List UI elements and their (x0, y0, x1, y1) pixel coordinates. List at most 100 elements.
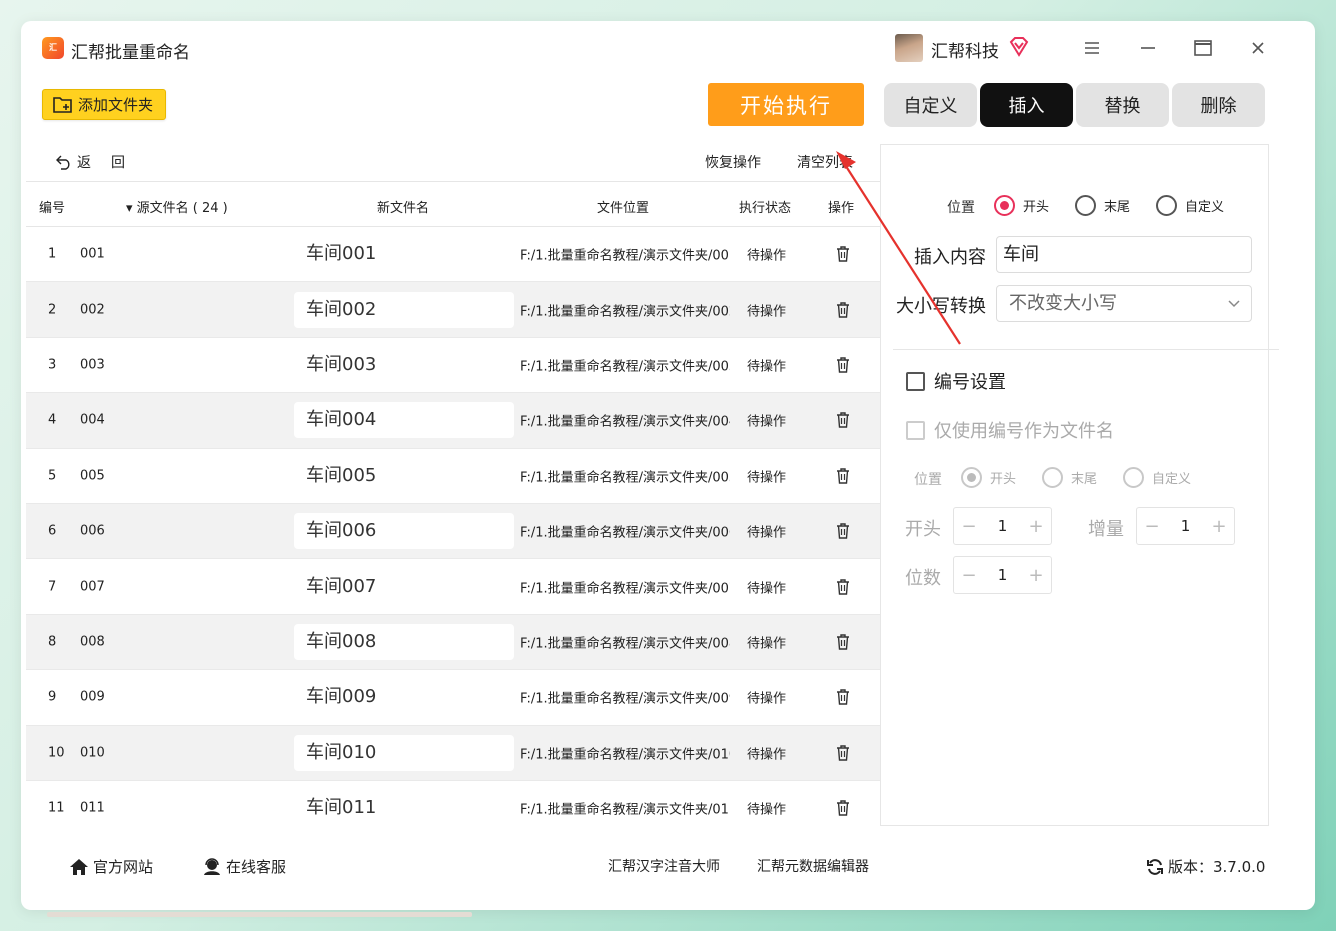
row-new-name[interactable]: 车间011 (294, 790, 514, 826)
row-new-name[interactable]: 车间007 (294, 569, 514, 605)
vip-diamond-icon[interactable] (1008, 36, 1030, 58)
online-support-link[interactable]: 在线客服 (202, 856, 286, 877)
refresh-icon (1147, 858, 1163, 875)
start-number-stepper[interactable]: − 1 + (953, 507, 1052, 545)
trash-icon[interactable] (834, 467, 852, 485)
start-button[interactable]: 开始执行 (708, 83, 864, 126)
increment-value[interactable]: 1 (1167, 517, 1204, 535)
increment-label: 增量 (1088, 519, 1124, 540)
trash-icon[interactable] (834, 688, 852, 706)
row-new-name[interactable]: 车间005 (294, 458, 514, 494)
trash-icon[interactable] (834, 411, 852, 429)
table-row[interactable]: 11 011 车间011 F:/1.批量重命名教程/演示文件夹/011 待操作 (26, 781, 880, 826)
version-label: 版本：3.7.0.0 (1168, 858, 1266, 876)
num-position-radio-custom[interactable]: 自定义 (1123, 467, 1191, 488)
trash-icon[interactable] (834, 356, 852, 374)
table-row[interactable]: 2 002 车间002 F:/1.批量重命名教程/演示文件夹/002 待操作 (26, 282, 880, 338)
row-status: 待操作 (747, 414, 787, 430)
minimize-icon[interactable] (1136, 36, 1160, 60)
table-row[interactable]: 1 001 车间001 F:/1.批量重命名教程/演示文件夹/001 待操作 (26, 227, 880, 283)
row-new-name[interactable]: 车间002 (294, 291, 514, 328)
row-source-name: 001 (80, 246, 105, 262)
tab-replace[interactable]: 替换 (1076, 83, 1169, 127)
table-row[interactable]: 7 007 车间007 F:/1.批量重命名教程/演示文件夹/007 待操作 (26, 559, 880, 615)
position-radio-custom[interactable]: 自定义 (1156, 195, 1224, 216)
tab-delete[interactable]: 删除 (1172, 83, 1265, 127)
minus-icon[interactable]: − (954, 516, 984, 537)
version-info[interactable]: 版本：3.7.0.0 (1146, 856, 1265, 877)
maximize-icon[interactable] (1191, 36, 1215, 60)
row-path: F:/1.批量重命名教程/演示文件夹/010 (520, 747, 730, 763)
num-position-radio-end[interactable]: 末尾 (1042, 467, 1097, 488)
undo-button[interactable]: 恢复操作 (705, 152, 761, 172)
digits-stepper[interactable]: − 1 + (953, 556, 1052, 594)
only-number-checkbox[interactable]: 仅使用编号作为文件名 (906, 417, 1114, 443)
clear-list-button[interactable]: 清空列表 (797, 152, 853, 172)
start-number-value[interactable]: 1 (984, 517, 1021, 535)
radio-label: 开头 (1023, 200, 1050, 215)
add-folder-button[interactable]: 添加文件夹 (42, 89, 166, 120)
num-position-label: 位置 (914, 472, 942, 488)
table-row[interactable]: 8 008 车间008 F:/1.批量重命名教程/演示文件夹/008 待操作 (26, 614, 880, 671)
row-new-name[interactable]: 车间006 (294, 513, 514, 550)
trash-icon[interactable] (834, 522, 852, 540)
row-path: F:/1.批量重命名教程/演示文件夹/008 (520, 636, 730, 652)
plus-icon[interactable]: + (1021, 565, 1051, 586)
table-row[interactable]: 9 009 车间009 F:/1.批量重命名教程/演示文件夹/009 待操作 (26, 670, 880, 726)
header-num: 编号 (39, 201, 66, 216)
minus-icon[interactable]: − (954, 565, 984, 586)
num-position-radio-start[interactable]: 开头 (961, 467, 1016, 488)
official-website-link[interactable]: 官方网站 (69, 856, 153, 877)
tab-custom[interactable]: 自定义 (884, 83, 977, 127)
position-radio-start[interactable]: 开头 (994, 195, 1049, 216)
position-radio-end[interactable]: 末尾 (1075, 195, 1130, 216)
trash-icon[interactable] (834, 245, 852, 263)
increment-stepper[interactable]: − 1 + (1136, 507, 1235, 545)
checkbox-label: 仅使用编号作为文件名 (934, 421, 1114, 442)
row-new-name[interactable]: 车间003 (294, 347, 514, 383)
insert-content-input[interactable]: 车间 (996, 236, 1252, 273)
avatar[interactable] (895, 34, 923, 62)
row-source-name: 009 (80, 689, 105, 705)
table-row[interactable]: 4 004 车间004 F:/1.批量重命名教程/演示文件夹/004 待操作 (26, 393, 880, 449)
metadata-editor-link[interactable]: 汇帮元数据编辑器 (757, 856, 869, 876)
row-number: 11 (48, 800, 65, 816)
pinyin-tool-link[interactable]: 汇帮汉字注音大师 (608, 856, 720, 876)
add-folder-icon (53, 96, 72, 113)
numbering-checkbox[interactable]: 编号设置 (906, 368, 1006, 394)
trash-icon[interactable] (834, 799, 852, 817)
table-row[interactable]: 3 003 车间003 F:/1.批量重命名教程/演示文件夹/003 待操作 (26, 338, 880, 394)
case-convert-select[interactable]: 不改变大小写 (996, 285, 1252, 322)
row-new-name[interactable]: 车间009 (294, 679, 514, 715)
chevron-down-icon (1227, 286, 1241, 335)
row-number: 3 (48, 357, 57, 373)
user-name[interactable]: 汇帮科技 (931, 37, 999, 62)
trash-icon[interactable] (834, 633, 852, 651)
digits-value[interactable]: 1 (984, 566, 1021, 584)
row-source-name: 005 (80, 468, 105, 484)
row-new-name[interactable]: 车间004 (294, 402, 514, 439)
header-source[interactable]: ▾ 源文件名 ( 24 ) (126, 197, 228, 216)
table-row[interactable]: 6 006 车间006 F:/1.批量重命名教程/演示文件夹/006 待操作 (26, 503, 880, 560)
row-path: F:/1.批量重命名教程/演示文件夹/004 (520, 414, 730, 430)
row-new-name[interactable]: 车间008 (294, 623, 514, 660)
row-number: 4 (48, 412, 57, 428)
table-row[interactable]: 5 005 车间005 F:/1.批量重命名教程/演示文件夹/005 待操作 (26, 449, 880, 504)
row-new-name[interactable]: 车间010 (294, 734, 514, 771)
radio-dot (994, 195, 1015, 216)
plus-icon[interactable]: + (1204, 516, 1234, 537)
row-status: 待操作 (747, 581, 787, 597)
tab-insert[interactable]: 插入 (980, 83, 1073, 127)
row-number: 8 (48, 634, 57, 650)
radio-dot (1123, 467, 1144, 488)
menu-icon[interactable] (1080, 36, 1104, 60)
table-row[interactable]: 10 010 车间010 F:/1.批量重命名教程/演示文件夹/010 待操作 (26, 725, 880, 781)
minus-icon[interactable]: − (1137, 516, 1167, 537)
back-button[interactable]: 返 回 (55, 152, 125, 172)
trash-icon[interactable] (834, 744, 852, 762)
row-new-name[interactable]: 车间001 (294, 236, 514, 272)
trash-icon[interactable] (834, 301, 852, 319)
close-icon[interactable] (1246, 36, 1270, 60)
plus-icon[interactable]: + (1021, 516, 1051, 537)
trash-icon[interactable] (834, 578, 852, 596)
